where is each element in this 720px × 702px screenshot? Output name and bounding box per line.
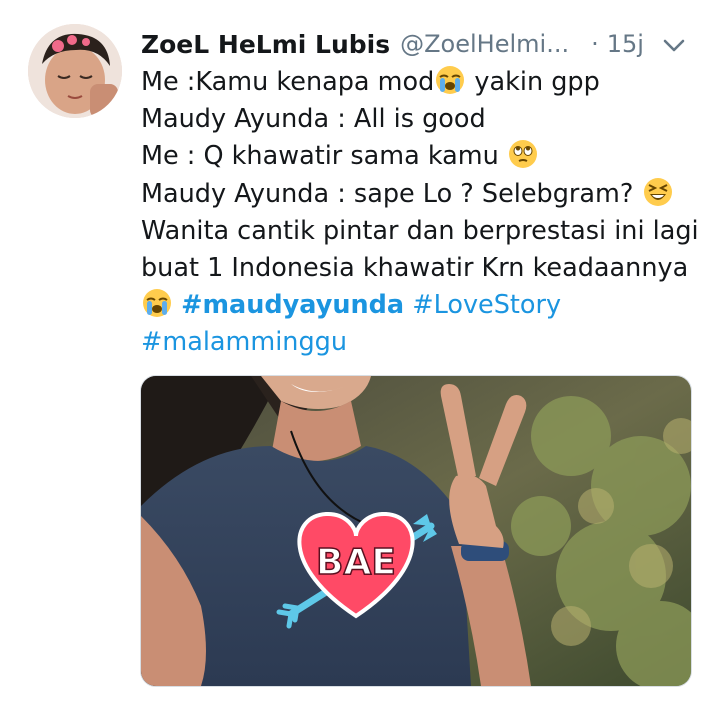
chevron-down-icon[interactable]: [660, 33, 688, 57]
author-handle[interactable]: @ZoelHelmi...: [400, 30, 569, 58]
tweet-time[interactable]: 15j: [607, 30, 644, 58]
tweet-line: Maudy Ayunda : sape Lo ? Selebgram?: [141, 176, 701, 213]
tweet-line: Wanita cantik pintar dan berprestasi ini…: [141, 215, 699, 246]
separator-dot: ·: [591, 30, 599, 58]
hashtag-link[interactable]: #LoveStory: [412, 290, 561, 320]
hashtag-link[interactable]: #maudyayunda: [181, 290, 404, 320]
tweet-line: Maudy Ayunda : All is good: [141, 104, 486, 135]
grinning-squinting-face-emoji: [642, 176, 674, 208]
face-with-rolling-eyes-emoji: [507, 138, 539, 170]
loudly-crying-face-emoji: [141, 287, 173, 319]
tweet-line: buat 1 Indonesia khawatir Krn keadaannya: [141, 253, 689, 284]
tweet-text: Me :Kamu kenapa mod yakin gpp Maudy Ayun…: [141, 64, 701, 362]
sticker-text: BAE: [316, 542, 396, 583]
hashtag-link[interactable]: #malamminggu: [141, 327, 347, 357]
tweet-line: #malamminggu: [141, 324, 701, 361]
tweet-photo[interactable]: BAE: [140, 375, 692, 687]
tweet-header: ZoeL HeLmi Lubis @ZoelHelmi... · 15j: [141, 24, 696, 64]
loudly-crying-face-emoji: [434, 64, 466, 96]
author-avatar[interactable]: [28, 24, 122, 118]
tweet-line: #maudyayunda #LoveStory: [141, 287, 701, 324]
tweet-line: Me :Kamu kenapa mod yakin gpp: [141, 64, 701, 101]
tweet-line: Me : Q khawatir sama kamu: [141, 138, 701, 175]
author-name[interactable]: ZoeL HeLmi Lubis: [141, 30, 390, 59]
